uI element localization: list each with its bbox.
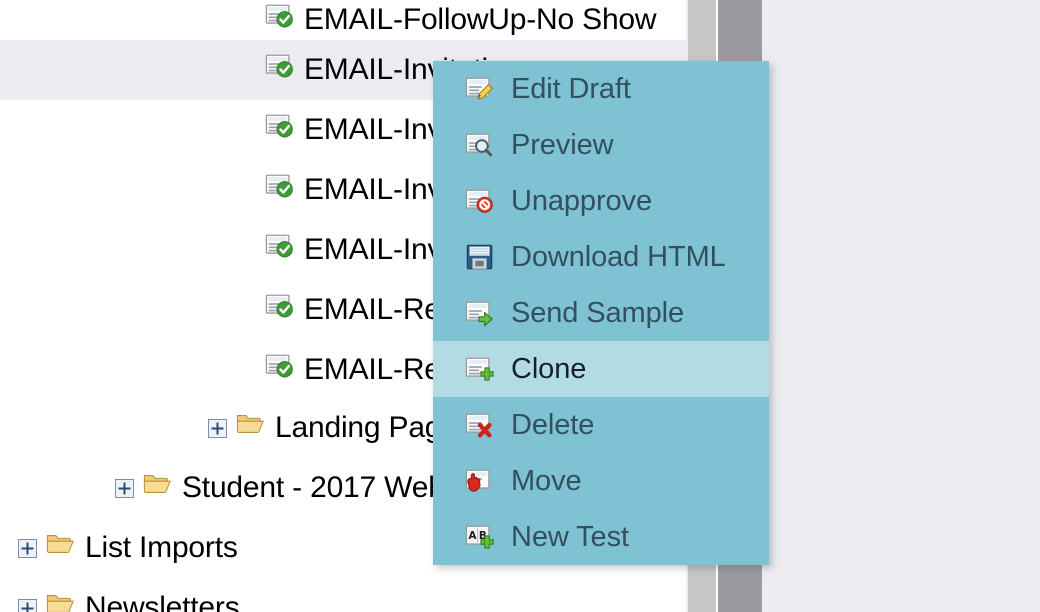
unapprove-icon: [465, 186, 495, 216]
email-approved-icon: [265, 351, 295, 389]
tree-item-label: List Imports: [85, 531, 238, 564]
tree-item-label: EMAIL-Inv: [304, 233, 443, 266]
context-menu-item-label: Edit Draft: [511, 72, 631, 105]
context-menu-item-unapprove[interactable]: Unapprove: [433, 173, 769, 229]
preview-icon: [465, 130, 495, 160]
tree-item-label: Newsletters: [85, 591, 240, 612]
move-icon: [465, 466, 495, 496]
new-test-icon: AB: [465, 522, 495, 552]
context-menu-item-new-test[interactable]: A B New Test: [433, 509, 769, 565]
folder-icon: [46, 589, 76, 612]
expand-plus-icon[interactable]: [18, 598, 37, 612]
delete-icon: [465, 410, 495, 440]
svg-text:A: A: [469, 530, 477, 542]
clone-icon: [465, 354, 495, 384]
email-approved-icon: [265, 51, 295, 89]
tree-item-label: Student - 2017 Web: [182, 471, 445, 504]
context-menu-item-label: New Test: [511, 520, 629, 553]
email-approved-icon: [265, 171, 295, 209]
context-menu-item-label: Move: [511, 464, 582, 497]
context-menu-item-download-html[interactable]: Download HTML: [433, 229, 769, 285]
expand-plus-icon[interactable]: [208, 418, 227, 438]
folder-icon: [46, 529, 76, 567]
expand-plus-icon[interactable]: [18, 538, 37, 558]
context-menu-item-edit-draft[interactable]: Edit Draft: [433, 61, 769, 117]
tree-item-label: EMAIL-Inv: [304, 173, 443, 206]
context-menu[interactable]: Edit Draft Preview Unapprove Download HTML S…: [433, 61, 769, 565]
context-menu-item-preview[interactable]: Preview: [433, 117, 769, 173]
floppy-disk-icon: [465, 242, 495, 272]
folder-icon: [236, 409, 266, 447]
context-menu-item-clone[interactable]: Clone: [433, 341, 769, 397]
edit-draft-icon: [465, 74, 495, 104]
email-approved-icon: [265, 291, 295, 329]
page-background: [762, 0, 1040, 612]
send-sample-icon: [465, 298, 495, 328]
context-menu-item-label: Clone: [511, 352, 587, 385]
tree-item-label: EMAIL-Inv: [304, 113, 443, 146]
context-menu-item-move[interactable]: Move: [433, 453, 769, 509]
folder-icon: [143, 469, 173, 507]
email-approved-icon: [265, 111, 295, 149]
context-menu-item-label: Delete: [511, 408, 595, 441]
expand-plus-icon[interactable]: [115, 478, 134, 498]
context-menu-item-delete[interactable]: Delete: [433, 397, 769, 453]
context-menu-item-send-sample[interactable]: Send Sample: [433, 285, 769, 341]
context-menu-item-label: Preview: [511, 128, 614, 161]
context-menu-item-label: Download HTML: [511, 240, 726, 273]
tree-item-label: EMAIL-FollowUp-No Show: [304, 3, 657, 36]
email-approved-icon: [265, 1, 295, 39]
tree-row[interactable]: Newsletters: [0, 578, 686, 612]
context-menu-item-label: Unapprove: [511, 184, 652, 217]
context-menu-item-label: Send Sample: [511, 296, 685, 329]
email-approved-icon: [265, 231, 295, 269]
